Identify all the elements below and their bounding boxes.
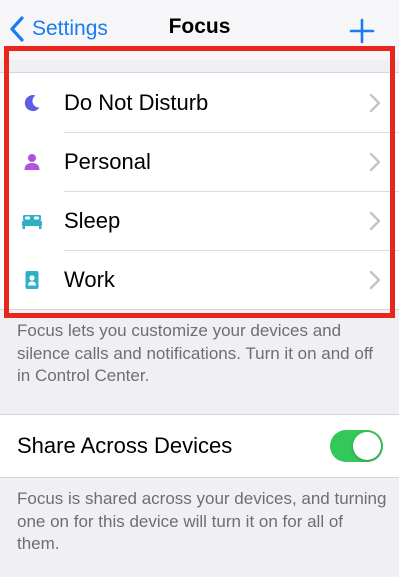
id-badge-icon [25, 270, 39, 289]
focus-item-label: Do Not Disturb [64, 89, 209, 115]
page-title: Focus [168, 15, 231, 38]
focus-item-personal[interactable]: Personal [0, 132, 399, 191]
focus-item-do-not-disturb[interactable]: Do Not Disturb [0, 73, 399, 132]
focus-modes-list: Do Not Disturb Personal Sleep Work [0, 72, 399, 310]
chevron-right-icon [369, 93, 381, 112]
share-across-devices-label: Share Across Devices [17, 433, 233, 458]
focus-item-sleep[interactable]: Sleep [0, 191, 399, 250]
focus-item-work[interactable]: Work [0, 250, 399, 309]
chevron-right-icon [369, 270, 381, 289]
chevron-right-icon [369, 152, 381, 171]
focus-item-label: Work [64, 266, 115, 292]
person-icon [24, 153, 40, 170]
share-description: Focus is shared across your devices, and… [17, 489, 387, 553]
toggle-knob [353, 432, 381, 460]
chevron-right-icon [369, 211, 381, 230]
focus-item-label: Sleep [64, 207, 121, 233]
share-across-devices-toggle[interactable] [330, 430, 383, 462]
focus-item-label: Personal [64, 148, 151, 174]
add-focus-button[interactable] [347, 16, 377, 46]
plus-icon [349, 18, 375, 44]
navigation-bar: Settings Focus [0, 0, 399, 60]
bed-icon [22, 214, 42, 229]
moon-icon [24, 94, 40, 111]
focus-description: Focus lets you customize your devices an… [17, 321, 373, 385]
share-across-devices-row: Share Across Devices [0, 414, 399, 478]
